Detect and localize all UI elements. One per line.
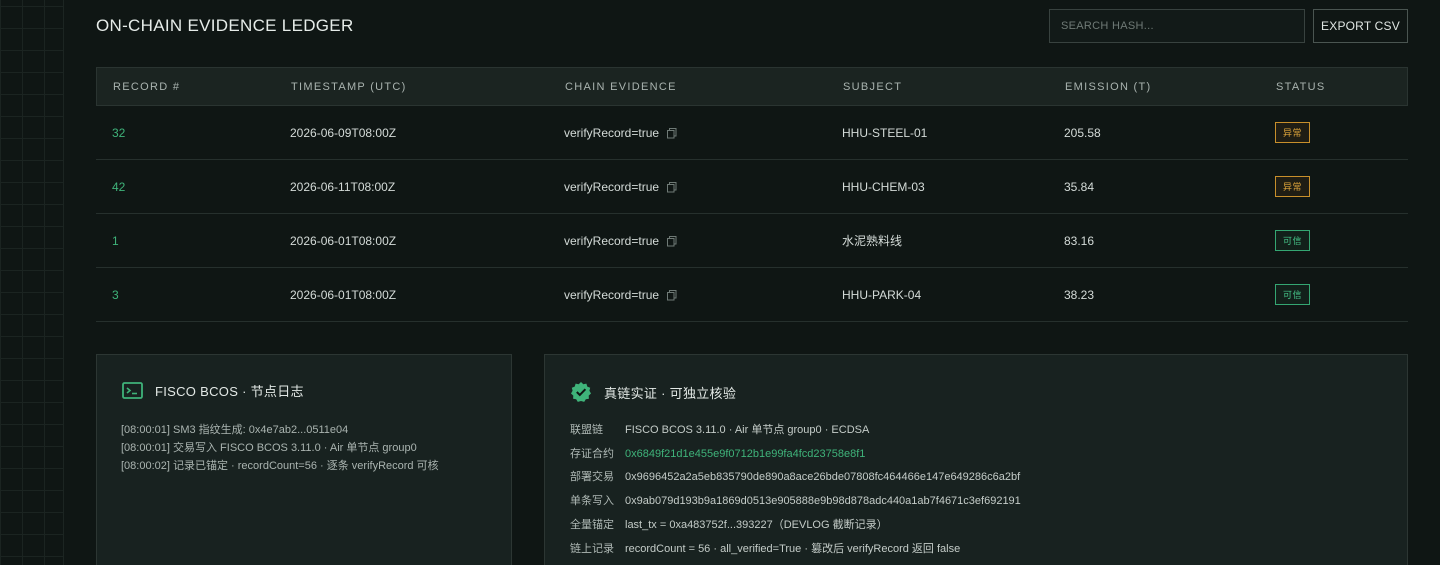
chain-evidence-cell: verifyRecord=true (564, 126, 842, 140)
header-actions: EXPORT CSV (1049, 9, 1408, 43)
evidence-text: verifyRecord=true (564, 179, 660, 194)
chain-evidence-cell: verifyRecord=true (564, 234, 842, 248)
evidence-text: verifyRecord=true (564, 125, 660, 140)
column-header-status[interactable]: STATUS (1276, 81, 1407, 93)
detail-value: 0x9696452a2a5eb835790de890a8ace26bde0780… (625, 471, 1021, 484)
subject-cell: HHU-PARK-04 (842, 287, 922, 302)
status-cell: 异常 (1275, 122, 1408, 143)
column-header-subject[interactable]: SUBJECT (843, 81, 1065, 93)
detail-key: 联盟链 (570, 424, 603, 436)
table-header: RECORD # TIMESTAMP (UTC) CHAIN EVIDENCE … (96, 67, 1408, 106)
timestamp-cell: 2026-06-11T08:00Z (290, 179, 396, 194)
page: ON-CHAIN EVIDENCE LEDGER EXPORT CSV RECO… (0, 0, 1440, 565)
column-header-emission[interactable]: EMISSION (T) (1065, 81, 1276, 93)
record-number[interactable]: 1 (96, 234, 290, 248)
detail-key: 全量锚定 (570, 518, 614, 531)
evidence-text: verifyRecord=true (564, 233, 660, 248)
node-log-panel: FISCO BCOS · 节点日志 [08:00:01] SM3 指纹生成: 0… (96, 354, 512, 565)
emission-cell: 83.16 (1064, 233, 1095, 248)
detail-key: 部署交易 (570, 471, 614, 484)
log-line: [08:00:01] SM3 指纹生成: 0x4e7ab2...0511e04 (121, 424, 349, 436)
log-lines: [08:00:01] SM3 指纹生成: 0x4e7ab2...0511e04 … (121, 421, 439, 475)
copy-icon[interactable] (666, 235, 678, 247)
verified-badge-icon (571, 382, 591, 402)
contract-address-link[interactable]: 0x6849f21d1e455e9f0712b1e99fa4fcd23758e8… (625, 443, 865, 467)
detail-value: recordCount = 56 · all_verified=True · 篡… (625, 542, 961, 555)
record-number[interactable]: 32 (96, 126, 290, 140)
detail-contract: 存证合约 0x6849f21d1e455e9f0712b1e99fa4fcd23… (570, 443, 1021, 467)
detail-key: 存证合约 (570, 447, 614, 460)
status-cell: 可信 (1275, 284, 1408, 305)
subject-cell: 水泥熟料线 (842, 234, 903, 248)
detail-deploy-tx: 部署交易 0x9696452a2a5eb835790de890a8ace26bd… (570, 466, 1021, 490)
status-cell: 异常 (1275, 176, 1408, 197)
copy-icon[interactable] (666, 289, 678, 301)
record-number[interactable]: 42 (96, 180, 290, 194)
evidence-text: verifyRecord=true (564, 287, 660, 302)
table-row[interactable]: 32 2026-06-09T08:00Z verifyRecord=true H… (96, 106, 1408, 160)
detail-full-anchor: 全量锚定 last_tx = 0xa483752f...393227（DEVLO… (570, 514, 1021, 538)
emission-cell: 38.23 (1064, 287, 1095, 302)
status-badge: 可信 (1275, 284, 1311, 305)
subject-cell: HHU-STEEL-01 (842, 125, 928, 140)
column-header-record[interactable]: RECORD # (97, 81, 291, 93)
copy-icon[interactable] (666, 181, 678, 193)
verification-details: 联盟链 FISCO BCOS 3.11.0 · Air 单节点 group0 ·… (570, 419, 1021, 561)
detail-onchain-records: 链上记录 recordCount = 56 · all_verified=Tru… (570, 538, 1021, 562)
record-number[interactable]: 3 (96, 288, 290, 302)
detail-key: 单条写入 (570, 495, 614, 508)
terminal-icon (122, 382, 143, 399)
export-csv-button[interactable]: EXPORT CSV (1313, 9, 1408, 43)
verification-header: 真链实证 · 可独立核验 (570, 381, 736, 403)
side-grid-decoration (0, 0, 64, 565)
status-badge: 可信 (1275, 230, 1311, 251)
search-hash-input[interactable] (1049, 9, 1305, 43)
detail-single-write: 单条写入 0x9ab079d193b9a1869d0513e905888e9b9… (570, 490, 1021, 514)
ledger-header: ON-CHAIN EVIDENCE LEDGER EXPORT CSV (96, 9, 1408, 43)
table-row[interactable]: 42 2026-06-11T08:00Z verifyRecord=true H… (96, 160, 1408, 214)
detail-value: last_tx = 0xa483752f...393227（DEVLOG 截断记… (625, 518, 888, 531)
table-row[interactable]: 1 2026-06-01T08:00Z verifyRecord=true 水泥… (96, 214, 1408, 268)
timestamp-cell: 2026-06-01T08:00Z (290, 287, 397, 302)
chain-evidence-cell: verifyRecord=true (564, 288, 842, 302)
table-row[interactable]: 3 2026-06-01T08:00Z verifyRecord=true HH… (96, 268, 1408, 322)
copy-icon[interactable] (666, 127, 678, 139)
chain-verification-panel: 真链实证 · 可独立核验 联盟链 FISCO BCOS 3.11.0 · Air… (544, 354, 1408, 565)
detail-value: 0x9ab079d193b9a1869d0513e905888e9b98d878… (625, 495, 1021, 508)
chain-evidence-cell: verifyRecord=true (564, 180, 842, 194)
node-log-title: FISCO BCOS · 节点日志 (155, 384, 304, 399)
status-badge: 异常 (1275, 176, 1311, 197)
status-cell: 可信 (1275, 230, 1408, 251)
page-title: ON-CHAIN EVIDENCE LEDGER (96, 16, 354, 35)
timestamp-cell: 2026-06-01T08:00Z (290, 233, 397, 248)
column-header-chain-evidence[interactable]: CHAIN EVIDENCE (565, 81, 843, 93)
status-badge: 异常 (1275, 122, 1311, 143)
timestamp-cell: 2026-06-09T08:00Z (290, 125, 397, 140)
node-log-header: FISCO BCOS · 节点日志 (122, 381, 304, 400)
detail-key: 链上记录 (570, 542, 614, 555)
log-line: [08:00:01] 交易写入 FISCO BCOS 3.11.0 · Air … (121, 442, 417, 454)
emission-cell: 205.58 (1064, 125, 1101, 140)
emission-cell: 35.84 (1064, 179, 1095, 194)
subject-cell: HHU-CHEM-03 (842, 179, 925, 194)
log-line: [08:00:02] 记录已锚定 · recordCount=56 · 逐条 v… (121, 460, 439, 472)
verification-title: 真链实证 · 可独立核验 (604, 385, 737, 401)
evidence-ledger-table: RECORD # TIMESTAMP (UTC) CHAIN EVIDENCE … (96, 67, 1408, 322)
column-header-timestamp[interactable]: TIMESTAMP (UTC) (291, 81, 565, 93)
detail-consortium-chain: 联盟链 FISCO BCOS 3.11.0 · Air 单节点 group0 ·… (570, 419, 1021, 443)
detail-value: FISCO BCOS 3.11.0 · Air 单节点 group0 · ECD… (625, 424, 870, 436)
